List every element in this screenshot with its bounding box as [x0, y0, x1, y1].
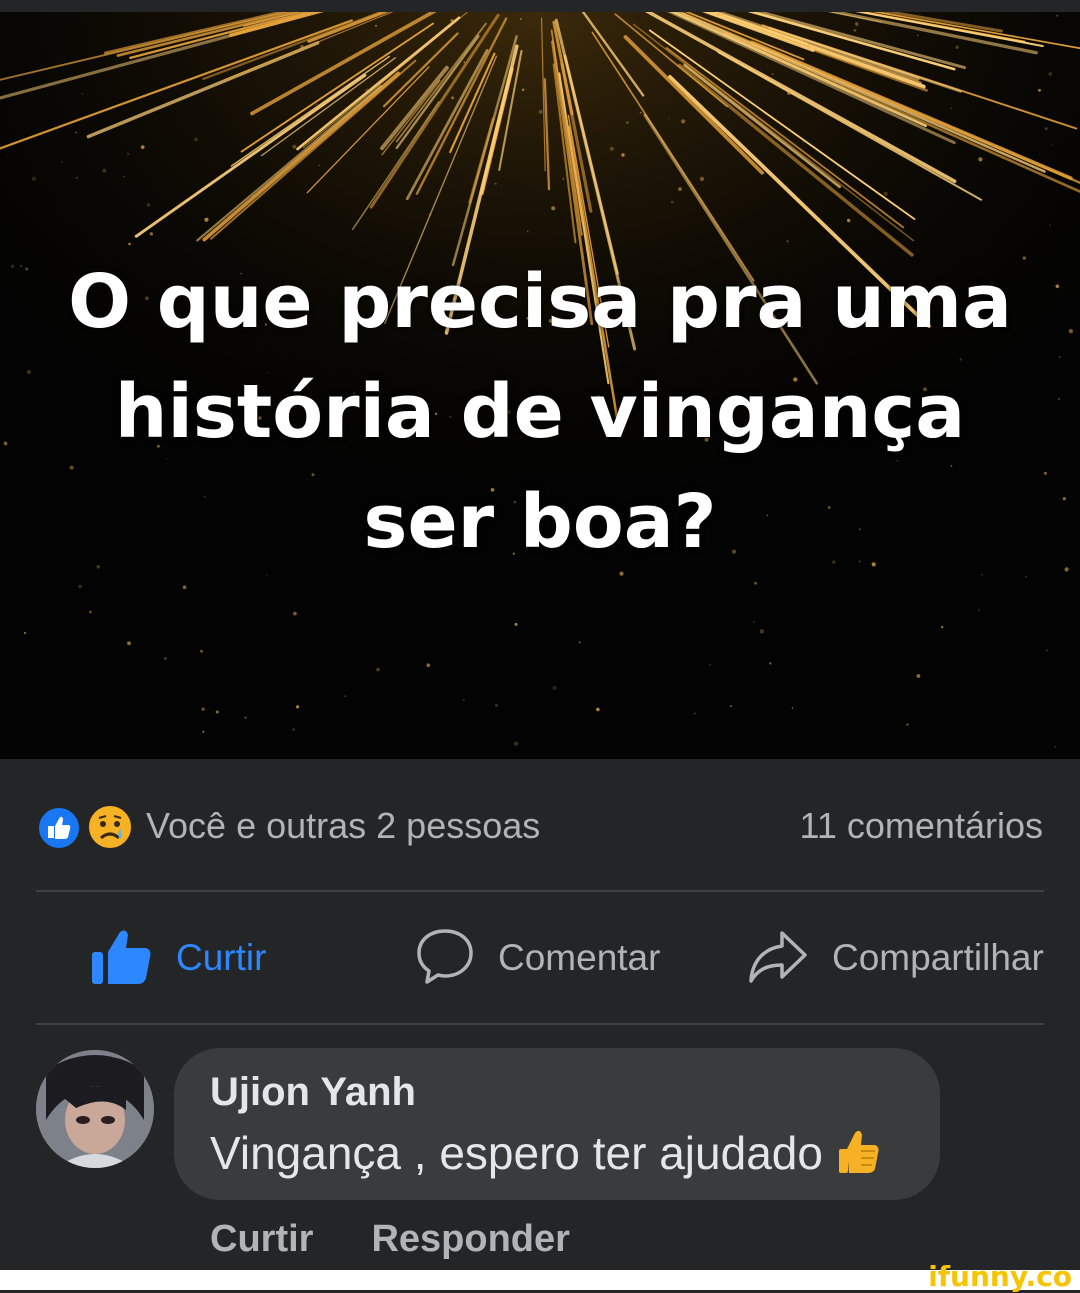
comment-reply-link[interactable]: Responder — [371, 1218, 569, 1260]
thumbs-up-emoji-icon — [837, 1127, 881, 1186]
thumbs-up-icon — [90, 926, 152, 991]
divider — [36, 890, 1044, 892]
comment-button[interactable]: Comentar — [416, 926, 660, 990]
ifunny-watermark: ifunny.co — [928, 1260, 1072, 1293]
comment-actions: Curtir Responder — [210, 1218, 628, 1261]
reaction-icons — [36, 803, 136, 851]
share-arrow-icon — [748, 927, 808, 990]
top-bar — [0, 0, 1080, 12]
divider — [36, 1023, 1044, 1025]
sad-icon — [86, 803, 134, 851]
comment-text: Vingança , espero ter ajudado — [210, 1127, 823, 1179]
bottom-strip — [0, 1270, 1080, 1290]
comment-author[interactable]: Ujion Yanh — [210, 1070, 416, 1115]
comment-label: Comentar — [498, 937, 661, 978]
comment-like-link[interactable]: Curtir — [210, 1218, 313, 1260]
like-icon — [36, 805, 82, 851]
speech-bubble-icon — [416, 927, 474, 990]
comment-bubble: Ujion Yanh Vingança , espero ter ajudado — [174, 1048, 940, 1200]
share-button[interactable]: Compartilhar — [748, 926, 1044, 990]
comment-text-row: Vingança , espero ter ajudado — [210, 1126, 881, 1186]
post-image-title: O que precisa pra uma história de vingan… — [68, 259, 1012, 565]
reactions-summary[interactable]: Você e outras 2 pessoas 11 comentários — [0, 795, 1080, 857]
comment: Ujion Yanh Vingança , espero ter ajudado… — [0, 1048, 1080, 1278]
post-actions: Curtir Comentar Compartilhar — [0, 910, 1080, 1006]
comments-count[interactable]: 11 comentários — [800, 805, 1043, 847]
post-image[interactable]: O que precisa pra uma história de vingan… — [0, 12, 1080, 759]
like-button[interactable]: Curtir — [90, 926, 266, 990]
share-label: Compartilhar — [832, 937, 1044, 978]
like-label: Curtir — [176, 937, 267, 978]
reactions-text[interactable]: Você e outras 2 pessoas — [146, 805, 540, 847]
avatar[interactable] — [36, 1050, 154, 1168]
